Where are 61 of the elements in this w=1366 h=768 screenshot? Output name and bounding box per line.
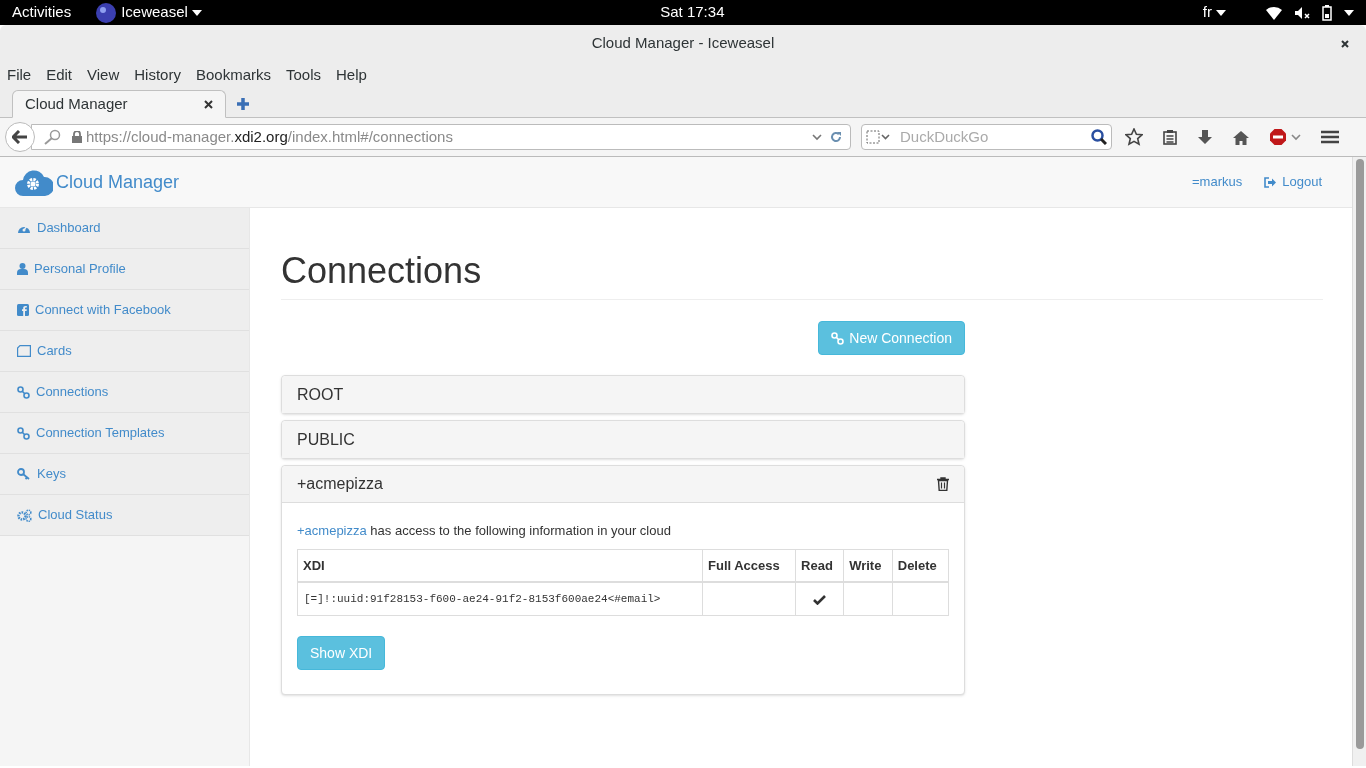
close-icon[interactable] <box>204 99 213 109</box>
brand-link[interactable]: Cloud Manager <box>56 168 180 196</box>
table-cell: [=]!:uuid:91f28153-f600-ae24-91f2-8153f600ae24<#email> <box>297 581 703 616</box>
gears-icon <box>17 508 32 522</box>
back-button[interactable] <box>5 122 35 152</box>
dropdown-icon[interactable] <box>1291 133 1301 141</box>
link-icon <box>17 426 30 440</box>
language-indicator[interactable]: fr <box>1202 1 1212 24</box>
trash-icon[interactable] <box>937 477 949 491</box>
column-header: Write <box>843 549 893 582</box>
access-description: +acmepizza has access to the following information in your cloud <box>297 522 672 540</box>
menu-item[interactable]: File <box>7 63 32 87</box>
app-menu[interactable]: Iceweasel <box>121 1 188 24</box>
scrollbar-thumb[interactable] <box>1355 159 1364 749</box>
card-icon <box>17 345 31 357</box>
globe-icon <box>95 1 118 24</box>
star-icon[interactable] <box>1125 128 1143 146</box>
connection-link[interactable]: +acmepizza <box>297 523 367 538</box>
menu-item[interactable]: History <box>134 63 181 87</box>
checkmark-icon <box>813 594 827 605</box>
reading-list-icon[interactable] <box>1163 129 1177 145</box>
menu-item[interactable]: Help <box>336 63 367 87</box>
menu-item[interactable]: Edit <box>46 63 73 87</box>
menu-item[interactable]: Bookmarks <box>195 63 271 87</box>
logout-icon <box>1264 176 1277 188</box>
browser-tab[interactable]: Cloud Manager <box>12 90 226 118</box>
ad-block-icon[interactable] <box>1269 128 1287 146</box>
caret-icon <box>1216 9 1226 16</box>
column-header: Delete <box>892 549 949 582</box>
back-arrow-icon <box>12 130 28 144</box>
caret-icon <box>191 9 202 16</box>
new-tab-icon[interactable] <box>236 97 250 111</box>
logout-link[interactable]: Logout <box>1264 172 1322 192</box>
speaker-icon <box>1294 5 1310 20</box>
search-icon[interactable] <box>1091 129 1107 145</box>
column-header: Full Access <box>702 549 796 582</box>
column-header: XDI <box>297 549 703 582</box>
page-title: Connections <box>281 249 483 293</box>
activities-button[interactable]: Activities <box>12 1 72 24</box>
column-header: Read <box>795 549 844 582</box>
search-engine-icon[interactable] <box>866 130 892 144</box>
panel-title[interactable]: +acmepizza <box>297 472 383 496</box>
wifi-icon <box>1266 5 1282 20</box>
window-title: Cloud Manager - Iceweasel <box>591 33 775 54</box>
link-icon <box>831 331 845 345</box>
user-link[interactable]: =markus <box>1192 172 1243 192</box>
facebook-icon <box>17 304 29 316</box>
download-icon[interactable] <box>1197 129 1213 145</box>
menu-item[interactable]: Tools <box>286 63 321 87</box>
link-icon <box>17 385 30 399</box>
cloud-gear-icon <box>15 168 53 196</box>
panel-title[interactable]: ROOT <box>297 382 344 407</box>
clock[interactable]: Sat 17:34 <box>660 1 725 24</box>
caret-icon <box>1344 9 1354 16</box>
person-icon <box>17 263 28 275</box>
battery-icon <box>1322 4 1332 21</box>
menu-icon[interactable] <box>1321 130 1339 144</box>
close-icon[interactable] <box>1341 40 1349 48</box>
menu-item[interactable]: View <box>87 63 120 87</box>
panel-title[interactable]: PUBLIC <box>297 427 355 452</box>
home-icon[interactable] <box>1233 129 1249 145</box>
